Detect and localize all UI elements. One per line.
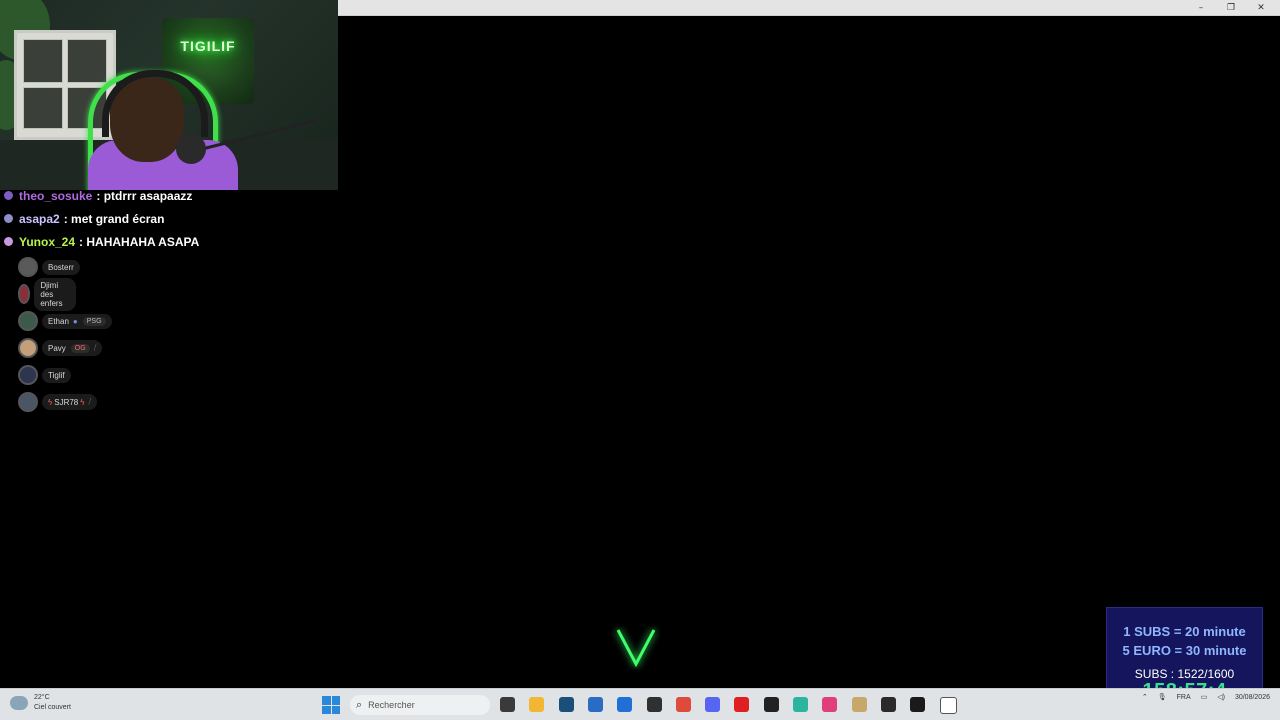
tiktok-icon[interactable] [763, 697, 779, 712]
chevron-up-icon[interactable]: ⌃ [1142, 693, 1148, 701]
chat-username: asapa2 [19, 211, 60, 226]
lightning-icon: ϟ [48, 397, 53, 407]
chat-text: ptdrrr asapaazz [103, 188, 193, 203]
folder-icon[interactable] [529, 697, 545, 712]
window-title-bar: – ❐ ✕ [338, 0, 1280, 16]
clock-date[interactable]: 30/08/2026 [1235, 694, 1270, 701]
voice-member: Tiglif [18, 364, 71, 386]
chrome-icon[interactable] [675, 697, 691, 712]
muted-icon: ⧸ [88, 397, 92, 406]
voice-member: Djimi des enfers [18, 277, 77, 311]
epic-games-icon[interactable] [880, 697, 896, 712]
discord-icon[interactable] [705, 697, 721, 712]
voice-member-name: Djimi des enfers [34, 277, 77, 311]
weather-desc: Ciel couvert [34, 704, 71, 711]
neon-sign-text: TIGILIF [180, 38, 236, 54]
youtube-icon[interactable] [734, 697, 750, 712]
camera-app-icon[interactable] [822, 697, 838, 712]
badge-icon [4, 214, 13, 223]
taskbar: 22°C Ciel couvert ⌕ Rechercher ⌃ 🎙 FRA ▭… [0, 688, 1280, 720]
mail-icon[interactable] [617, 697, 633, 712]
chat-message: theo_sosuke : ptdrrr asapaazz [4, 184, 334, 207]
close-icon[interactable]: ✕ [1246, 0, 1276, 15]
avatar [18, 284, 31, 304]
audio-icon[interactable] [793, 697, 808, 712]
system-tray: ⌃ 🎙 FRA ▭ ◁) 30/08/2026 [1132, 693, 1270, 702]
chat-text: met grand écran [71, 211, 165, 226]
restore-icon[interactable]: ❐ [1216, 0, 1246, 15]
avatar [18, 311, 38, 331]
voice-member-name: SJR78 [54, 397, 79, 407]
screen: – ❐ ✕ TIGILIF theo_sosuke : ptdrrr asapa… [0, 0, 1280, 720]
chat-username: theo_sosuke [19, 188, 93, 203]
avatar [18, 365, 38, 385]
avatar [18, 257, 38, 277]
avatar [18, 338, 38, 358]
subathon-rule: 1 SUBS = 20 minute [1123, 624, 1246, 639]
voice-member-tag: OG [70, 343, 90, 353]
steam-icon[interactable] [558, 697, 574, 712]
voice-member: Bosterr [18, 256, 80, 278]
badge-icon: ● [72, 316, 78, 326]
network-icon[interactable]: ▭ [1201, 693, 1208, 701]
voice-member-name: Tiglif [42, 367, 71, 383]
voice-member-name: Bosterr [42, 259, 80, 275]
voice-member-pill: Ethan ● PSG [42, 313, 112, 329]
subs-counter: SUBS : 1522/1600 [1134, 667, 1235, 681]
voice-member: ϟ SJR78 ϟ ⧸ [18, 391, 98, 413]
map-icon[interactable] [851, 697, 867, 712]
language-indicator[interactable]: FRA [1177, 694, 1191, 701]
webcam-feed: TIGILIF [0, 0, 338, 190]
badge-icon [4, 237, 13, 246]
chevron-down-icon [616, 629, 656, 668]
voice-member-name: Pavy [48, 343, 66, 353]
volume-icon[interactable]: ◁) [1217, 693, 1225, 701]
search-placeholder: Rechercher [368, 700, 415, 710]
voice-member: Ethan ● PSG [18, 310, 112, 332]
subathon-rule: 5 EURO = 30 minute [1122, 643, 1247, 658]
voice-member: Pavy OG ⧸ [18, 337, 103, 359]
cloud-icon [10, 696, 28, 710]
voice-member-pill: ϟ SJR78 ϟ ⧸ [42, 394, 98, 410]
microphone [176, 134, 206, 164]
store-icon[interactable] [587, 697, 603, 712]
chat-overlay: theo_sosuke : ptdrrr asapaazz asapa2 : m… [4, 184, 334, 253]
search-icon: ⌕ [356, 698, 363, 711]
obs-icon[interactable] [646, 697, 662, 712]
muted-icon: ⧸ [93, 343, 97, 352]
chat-message: Yunox_24 : HAHAHAHA ASAPA [4, 230, 334, 253]
adobe-icon[interactable] [910, 697, 926, 712]
voice-member-pill: Pavy OG ⧸ [42, 340, 103, 356]
voice-member-name: Ethan [48, 316, 69, 326]
weather-widget[interactable]: 22°C Ciel couvert [10, 693, 71, 713]
search-bar[interactable]: ⌕ Rechercher [350, 695, 490, 715]
weather-temp: 22°C [34, 694, 50, 701]
avatar [18, 392, 38, 412]
file-explorer-dark-icon[interactable] [500, 697, 515, 712]
chat-username: Yunox_24 [19, 234, 76, 249]
voice-member-tag: PSG [82, 316, 106, 326]
windows-start-icon[interactable] [322, 696, 340, 714]
lightning-icon: ϟ [80, 397, 85, 407]
minimize-icon[interactable]: – [1186, 0, 1216, 15]
chat-text: HAHAHAHA ASAPA [86, 234, 200, 249]
chat-message: asapa2 : met grand écran [4, 207, 334, 230]
capcut-icon[interactable] [939, 697, 957, 714]
badge-icon [4, 191, 13, 200]
microphone-icon[interactable]: 🎙 [1158, 693, 1167, 701]
subathon-widget: 1 SUBS = 20 minute 5 EURO = 30 minute SU… [1106, 607, 1263, 702]
